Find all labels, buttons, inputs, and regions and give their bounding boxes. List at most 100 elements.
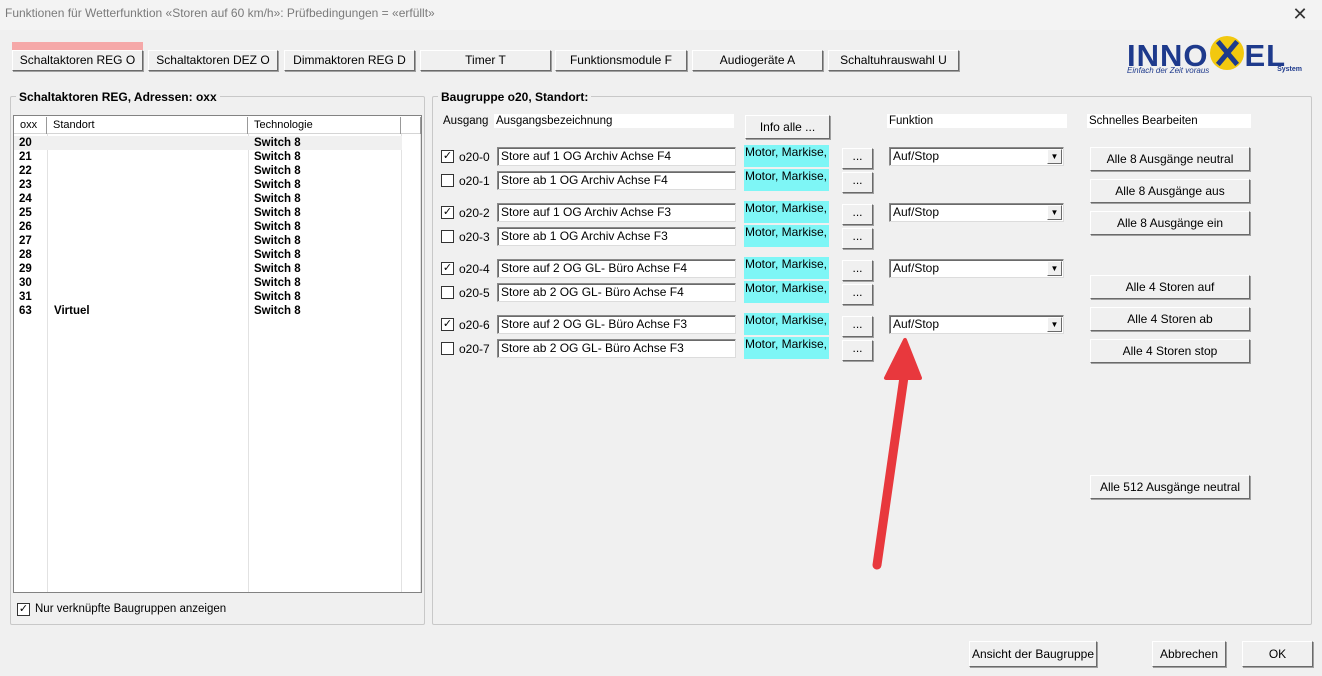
row-address: 25: [19, 207, 32, 219]
funktion-select-value: Auf/Stop: [893, 317, 940, 331]
table-row[interactable]: 23 Switch 8: [14, 178, 402, 192]
output-type-badge: Motor, Markise, R: [744, 313, 829, 335]
col-header-filler: [401, 117, 421, 134]
output-checkbox-o20-2[interactable]: ✓: [441, 206, 454, 219]
row-technologie: Switch 8: [254, 263, 301, 275]
funktion-select[interactable]: Auf/Stop ▼: [889, 259, 1064, 278]
ansicht-baugruppe-button[interactable]: Ansicht der Baugruppe: [969, 641, 1097, 667]
output-details-button[interactable]: ...: [842, 228, 873, 249]
output-name-field[interactable]: Store auf 2 OG GL- Büro Achse F4: [497, 259, 736, 278]
row-technologie: Switch 8: [254, 291, 301, 303]
output-name-field[interactable]: Store ab 2 OG GL- Büro Achse F3: [497, 339, 736, 358]
output-checkbox-o20-4[interactable]: ✓: [441, 262, 454, 275]
output-details-button[interactable]: ...: [842, 204, 873, 225]
row-address: 22: [19, 165, 32, 177]
output-checkbox-o20-5[interactable]: [441, 286, 454, 299]
tab-schaltuhrauswahl[interactable]: Schaltuhrauswahl U: [828, 50, 959, 71]
row-address: 63: [19, 305, 32, 317]
col-ausgang-label: Ausgang: [443, 115, 489, 127]
output-type-badge: Motor, Markise, R: [744, 169, 829, 191]
output-type-badge: Motor, Markise, R: [744, 281, 829, 303]
output-details-button[interactable]: ...: [842, 284, 873, 305]
table-row[interactable]: 25 Switch 8: [14, 206, 402, 220]
row-technologie: Switch 8: [254, 235, 301, 247]
chevron-down-icon[interactable]: ▼: [1047, 205, 1062, 220]
col-header-technologie[interactable]: Technologie: [248, 117, 401, 134]
all8-ein-button[interactable]: Alle 8 Ausgänge ein: [1090, 211, 1250, 235]
schaltaktoren-list[interactable]: oxx Standort Technologie 20 Switch 8 21 Swi…: [13, 115, 422, 593]
funktion-select-value: Auf/Stop: [893, 261, 940, 275]
funktion-select[interactable]: Auf/Stop ▼: [889, 147, 1064, 166]
row-technologie: Switch 8: [254, 277, 301, 289]
output-id-label: o20-5: [459, 286, 490, 300]
tab-timer[interactable]: Timer T: [420, 50, 551, 71]
col-header-standort[interactable]: Standort: [47, 117, 248, 134]
row-technologie: Switch 8: [254, 207, 301, 219]
table-row[interactable]: 20 Switch 8: [14, 136, 402, 150]
only-linked-checkbox[interactable]: ✓: [17, 603, 30, 616]
tab-schaltaktoren-reg[interactable]: Schaltaktoren REG O: [12, 50, 143, 71]
output-checkbox-o20-7[interactable]: [441, 342, 454, 355]
chevron-down-icon[interactable]: ▼: [1047, 149, 1062, 164]
ok-button[interactable]: OK: [1242, 641, 1313, 667]
logo-system: System: [1277, 66, 1302, 73]
all8-aus-button[interactable]: Alle 8 Ausgänge aus: [1090, 179, 1250, 203]
table-row[interactable]: 22 Switch 8: [14, 164, 402, 178]
all4-storen-ab-button[interactable]: Alle 4 Storen ab: [1090, 307, 1250, 331]
table-row[interactable]: 26 Switch 8: [14, 220, 402, 234]
output-type-badge: Motor, Markise, R: [744, 201, 829, 223]
cancel-button[interactable]: Abbrechen: [1152, 641, 1226, 667]
table-row[interactable]: 28 Switch 8: [14, 248, 402, 262]
output-checkbox-o20-1[interactable]: [441, 174, 454, 187]
info-all-button[interactable]: Info alle ...: [745, 115, 830, 139]
output-details-button[interactable]: ...: [842, 148, 873, 169]
output-name-field[interactable]: Store ab 1 OG Archiv Achse F4: [497, 171, 736, 190]
tab-dimmaktoren-reg[interactable]: Dimmaktoren REG D: [284, 50, 415, 71]
tab-funktionsmodule[interactable]: Funktionsmodule F: [555, 50, 687, 71]
chevron-down-icon[interactable]: ▼: [1047, 261, 1062, 276]
row-standort: Virtuel: [54, 305, 90, 317]
all512-neutral-button[interactable]: Alle 512 Ausgänge neutral: [1090, 475, 1250, 499]
output-name-field[interactable]: Store ab 2 OG GL- Büro Achse F4: [497, 283, 736, 302]
table-row[interactable]: 24 Switch 8: [14, 192, 402, 206]
output-checkbox-o20-6[interactable]: ✓: [441, 318, 454, 331]
output-name-field[interactable]: Store auf 1 OG Archiv Achse F3: [497, 203, 736, 222]
table-row[interactable]: 30 Switch 8: [14, 276, 402, 290]
tab-audiogeraete[interactable]: Audiogeräte A: [692, 50, 823, 71]
row-technologie: Switch 8: [254, 221, 301, 233]
row-address: 20: [19, 137, 32, 149]
row-address: 27: [19, 235, 32, 247]
row-technologie: Switch 8: [254, 249, 301, 261]
row-technologie: Switch 8: [254, 165, 301, 177]
innoxel-logo: INNO EL Einfach der Zeit voraus System: [1127, 36, 1302, 75]
row-technologie: Switch 8: [254, 179, 301, 191]
table-row[interactable]: 63 Virtuel Switch 8: [14, 304, 402, 318]
output-id-label: o20-0: [459, 150, 490, 164]
output-details-button[interactable]: ...: [842, 260, 873, 281]
row-address: 26: [19, 221, 32, 233]
funktion-select[interactable]: Auf/Stop ▼: [889, 203, 1064, 222]
output-details-button[interactable]: ...: [842, 172, 873, 193]
close-icon[interactable]: ✕: [1290, 4, 1310, 24]
output-checkbox-o20-3[interactable]: [441, 230, 454, 243]
col-header-oxx[interactable]: oxx: [14, 117, 47, 134]
all4-storen-auf-button[interactable]: Alle 4 Storen auf: [1090, 275, 1250, 299]
output-type-badge: Motor, Markise, R: [744, 225, 829, 247]
all4-storen-stop-button[interactable]: Alle 4 Storen stop: [1090, 339, 1250, 363]
tab-schaltaktoren-dez[interactable]: Schaltaktoren DEZ O: [148, 50, 278, 71]
output-name-field[interactable]: Store ab 1 OG Archiv Achse F3: [497, 227, 736, 246]
right-group-title: Baugruppe o20, Standort:: [438, 90, 592, 104]
title-bar: Funktionen für Wetterfunktion «Storen au…: [0, 0, 1322, 30]
table-row[interactable]: 31 Switch 8: [14, 290, 402, 304]
funktion-select-value: Auf/Stop: [893, 149, 940, 163]
all8-neutral-button[interactable]: Alle 8 Ausgänge neutral: [1090, 147, 1250, 171]
row-address: 23: [19, 179, 32, 191]
only-linked-label: Nur verknüpfte Baugruppen anzeigen: [35, 603, 227, 615]
table-row[interactable]: 27 Switch 8: [14, 234, 402, 248]
table-row[interactable]: 21 Switch 8: [14, 150, 402, 164]
table-row[interactable]: 29 Switch 8: [14, 262, 402, 276]
chevron-down-icon[interactable]: ▼: [1047, 317, 1062, 332]
output-checkbox-o20-0[interactable]: ✓: [441, 150, 454, 163]
output-name-field[interactable]: Store auf 2 OG GL- Büro Achse F3: [497, 315, 736, 334]
output-name-field[interactable]: Store auf 1 OG Archiv Achse F4: [497, 147, 736, 166]
